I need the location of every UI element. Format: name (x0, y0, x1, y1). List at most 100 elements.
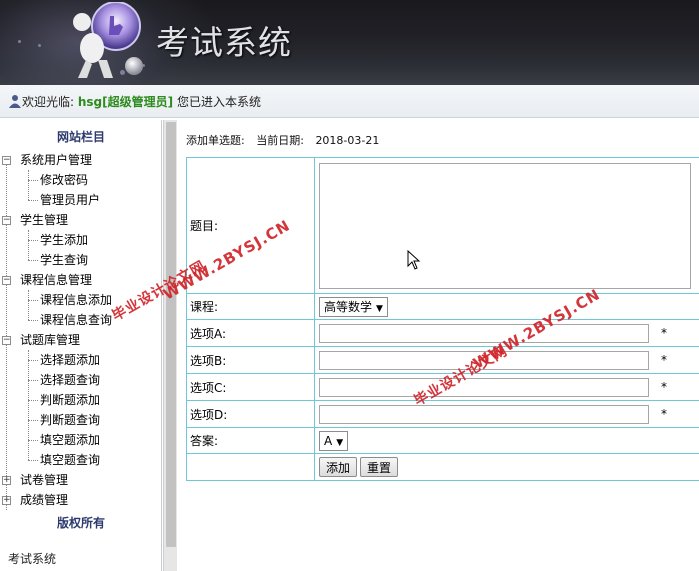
scrollbar-thumb[interactable] (166, 122, 176, 547)
form-cell: * (314, 373, 699, 401)
option-c-label: 选项C: (186, 373, 315, 401)
sidebar-item-choice-query[interactable]: 选择题查询 (40, 370, 100, 390)
sidebar-item-student-query[interactable]: 学生查询 (40, 250, 88, 270)
form-row: 选项C: * (186, 373, 699, 401)
dropdown-arrow-icon: ▼ (336, 437, 344, 448)
answer-label: 答案: (186, 427, 315, 454)
sidebar-item-admin-users[interactable]: 管理员用户 (40, 190, 100, 210)
tree-branch (28, 320, 38, 321)
form-row: 课程: 高等数学 ▼ (186, 293, 699, 320)
page-title: 添加单选题: (186, 134, 245, 147)
mouse-cursor-icon (407, 250, 421, 270)
welcome-suffix: 您已进入本系统 (176, 95, 261, 109)
sidebar-item-student-add[interactable]: 学生添加 (40, 230, 88, 250)
form-cell: * (314, 400, 699, 428)
tree-branch (28, 300, 38, 301)
tree-branch (28, 200, 38, 201)
tree-branch (28, 260, 38, 261)
form-row: 题目: (186, 157, 699, 294)
option-d-input[interactable] (319, 404, 649, 424)
tree-line (28, 290, 29, 320)
header-banner: 考试系统 (0, 0, 699, 85)
required-mark: * (661, 353, 667, 367)
sidebar-heading: 网站栏目 (56, 130, 105, 144)
expand-toggle-icon[interactable]: + (2, 476, 11, 485)
sidebar-item-fill-query[interactable]: 填空题查询 (40, 450, 100, 470)
sidebar-item-judge-add[interactable]: 判断题添加 (40, 390, 100, 410)
sidebar-item-choice-add[interactable]: 选择题添加 (40, 350, 100, 370)
course-select[interactable]: 高等数学 ▼ (319, 296, 388, 317)
sidebar-scrollbar[interactable] (163, 120, 177, 571)
sidebar-item-judge-query[interactable]: 判断题查询 (40, 410, 100, 430)
form-cell (314, 157, 699, 294)
required-mark: * (661, 326, 667, 340)
form-cell: 添加 重置 (314, 453, 699, 481)
collapse-toggle-icon[interactable]: − (2, 336, 11, 345)
collapse-toggle-icon[interactable]: − (2, 216, 11, 225)
answer-select[interactable]: A ▼ (319, 430, 349, 451)
sidebar-group-students[interactable]: 学生管理 (20, 210, 68, 230)
form-cell: A ▼ (314, 427, 699, 454)
sidebar-footer-text: 考试系统 (8, 552, 57, 566)
sidebar-group-courses[interactable]: 课程信息管理 (20, 270, 92, 290)
sidebar-item-course-query[interactable]: 课程信息查询 (40, 310, 112, 330)
reset-button[interactable]: 重置 (360, 457, 399, 477)
sidebar-group-system-users[interactable]: 系统用户管理 (20, 150, 92, 170)
sidebar-group-scores[interactable]: 成绩管理 (20, 490, 68, 510)
welcome-bar: 欢迎光临: hsg[超级管理员] 您已进入本系统 (0, 85, 699, 118)
question-form: 题目: 课程: 高等数学 ▼ 选项A: * 选项B: * 选项C: * 选项D:… (186, 157, 699, 481)
form-row: 选项D: * (186, 400, 699, 428)
required-mark: * (661, 407, 667, 421)
course-select-value: 高等数学 (324, 299, 373, 314)
tree-branch (28, 380, 38, 381)
tree-branch (28, 460, 38, 461)
required-mark: * (661, 380, 667, 394)
empty-label-cell (186, 453, 315, 481)
page-header: 添加单选题: 当前日期: 2018-03-21 (186, 132, 379, 148)
option-a-input[interactable] (319, 323, 649, 343)
site-title: 考试系统 (156, 23, 292, 62)
welcome-prefix: 欢迎光临: (22, 95, 75, 109)
welcome-text: 欢迎光临: hsg[超级管理员] 您已进入本系统 (22, 93, 261, 110)
sidebar-item-fill-add[interactable]: 填空题添加 (40, 430, 100, 450)
tree-line (28, 350, 29, 460)
sidebar: 网站栏目 − 系统用户管理 修改密码 管理员用户 − 学生管理 学生添加 学生查… (0, 120, 162, 571)
date-label: 当前日期: (256, 134, 304, 147)
welcome-username: hsg[超级管理员] (77, 95, 174, 109)
collapse-toggle-icon[interactable]: − (2, 156, 11, 165)
user-icon (9, 95, 21, 108)
sidebar-group-papers[interactable]: 试卷管理 (20, 470, 68, 490)
tree-branch (28, 180, 38, 181)
tree-branch (28, 240, 38, 241)
main-content: 添加单选题: 当前日期: 2018-03-21 题目: 课程: 高等数学 ▼ 选项… (178, 120, 699, 571)
form-row: 答案: A ▼ (186, 427, 699, 454)
logo-icon (73, 2, 143, 78)
tree-branch (28, 360, 38, 361)
add-button[interactable]: 添加 (319, 457, 358, 477)
form-row: 选项B: * (186, 346, 699, 374)
tree-branch (28, 420, 38, 421)
form-row: 选项A: * (186, 319, 699, 347)
sidebar-group-question-bank[interactable]: 试题库管理 (20, 330, 80, 350)
tree-line (28, 230, 29, 260)
option-b-label: 选项B: (186, 346, 315, 374)
tree-branch (28, 440, 38, 441)
form-cell: * (314, 319, 699, 347)
question-textarea[interactable] (319, 162, 691, 289)
option-c-input[interactable] (319, 377, 649, 397)
tree-branch (28, 400, 38, 401)
form-cell: 高等数学 ▼ (314, 293, 699, 320)
question-label: 题目: (186, 157, 315, 294)
sidebar-item-course-add[interactable]: 课程信息添加 (40, 290, 112, 310)
dropdown-arrow-icon: ▼ (376, 303, 383, 314)
form-cell: * (314, 346, 699, 374)
form-row: 添加 重置 (186, 453, 699, 481)
collapse-toggle-icon[interactable]: − (2, 276, 11, 285)
expand-toggle-icon[interactable]: + (2, 496, 11, 505)
course-label: 课程: (186, 293, 315, 320)
sidebar-copyright-heading: 版权所有 (56, 516, 105, 530)
tree-line (28, 170, 29, 200)
date-value: 2018-03-21 (315, 134, 380, 147)
option-b-input[interactable] (319, 350, 649, 370)
sidebar-item-change-password[interactable]: 修改密码 (40, 170, 88, 190)
